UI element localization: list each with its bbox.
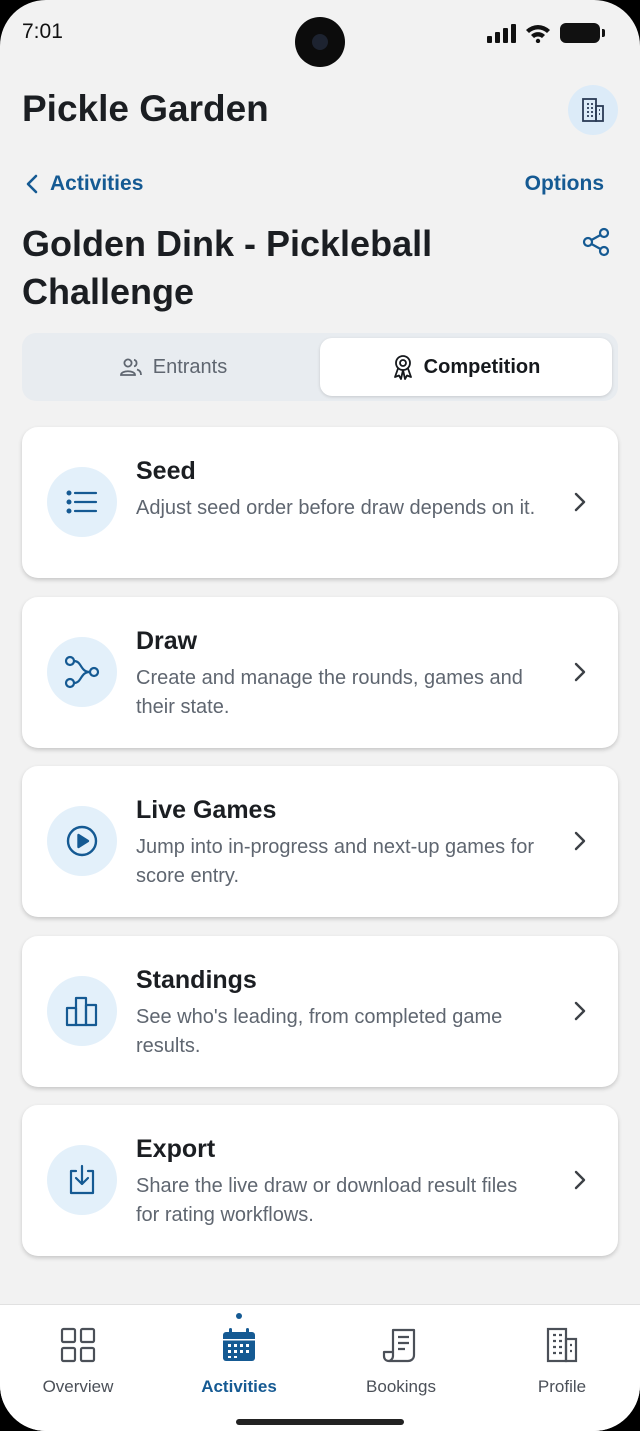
card-icon-circle — [47, 467, 117, 537]
users-icon — [119, 358, 142, 376]
award-icon — [393, 355, 412, 380]
options-link[interactable]: Options — [525, 172, 604, 196]
nav-item-activities[interactable]: Activities — [159, 1325, 319, 1397]
card-description: Jump into in-progress and next-up games … — [136, 836, 534, 887]
nav-item-bookings[interactable]: Bookings — [321, 1325, 481, 1397]
grid-icon — [60, 1327, 96, 1363]
chevron-right-icon — [574, 1001, 586, 1021]
status-time: 7:01 — [22, 20, 63, 43]
chevron-right-icon — [574, 1170, 586, 1190]
tab-entrants[interactable]: Entrants — [27, 338, 319, 396]
nav-label: Bookings — [366, 1377, 436, 1396]
nav-label: Activities — [201, 1377, 277, 1396]
card-title: Draw — [136, 627, 198, 655]
bottom-nav: Overview Activities Bookings Profile — [0, 1304, 640, 1431]
back-link-label: Activities — [50, 172, 144, 195]
card-icon-circle — [47, 806, 117, 876]
nav-item-profile[interactable]: Profile — [482, 1325, 640, 1397]
share-icon[interactable] — [580, 226, 612, 258]
active-indicator-dot — [236, 1313, 242, 1319]
signal-icon — [487, 23, 516, 43]
card-export[interactable]: Export Share the live draw or download r… — [22, 1105, 618, 1256]
card-title: Export — [136, 1135, 216, 1163]
chevron-right-icon — [574, 662, 586, 682]
chevron-right-icon — [574, 492, 586, 512]
tab-label: Entrants — [152, 355, 228, 378]
wifi-icon — [526, 25, 550, 43]
bracket-icon — [64, 655, 100, 689]
card-icon-circle — [47, 1145, 117, 1215]
segmented-tabs: Entrants Competition — [22, 333, 618, 401]
organization-button[interactable] — [568, 85, 618, 135]
receipt-icon — [382, 1328, 416, 1363]
camera-cutout — [295, 17, 345, 67]
home-indicator — [236, 1419, 404, 1425]
battery-icon — [560, 23, 605, 43]
card-description: See who's leading, from completed game r… — [136, 1006, 503, 1057]
card-icon-circle — [47, 637, 117, 707]
page-title: Golden Dink - Pickleball Challenge — [22, 223, 433, 312]
calendar-icon — [223, 1328, 255, 1361]
card-seed[interactable]: Seed Adjust seed order before draw depen… — [22, 427, 618, 578]
building-icon — [546, 1327, 578, 1363]
card-description: Adjust seed order before draw depends on… — [136, 497, 536, 519]
nav-label: Profile — [537, 1377, 587, 1396]
nav-label: Overview — [42, 1377, 114, 1396]
tab-competition[interactable]: Competition — [320, 338, 612, 396]
card-description: Share the live draw or download result f… — [136, 1175, 518, 1226]
card-description: Create and manage the rounds, games and … — [136, 667, 523, 718]
list-icon — [66, 490, 98, 514]
back-link-activities[interactable]: Activities — [26, 172, 143, 196]
app-screen: 7:01 Pickle Garden Activities Options Go… — [0, 0, 640, 1431]
card-live-games[interactable]: Live Games Jump into in-progress and nex… — [22, 766, 618, 917]
card-title: Standings — [136, 966, 257, 994]
card-title: Live Games — [136, 796, 277, 824]
building-icon — [582, 98, 604, 122]
card-standings[interactable]: Standings See who's leading, from comple… — [22, 936, 618, 1087]
tab-label: Competition — [423, 355, 541, 378]
chevron-left-icon — [26, 174, 38, 194]
status-icons — [487, 22, 605, 44]
card-draw[interactable]: Draw Create and manage the rounds, games… — [22, 597, 618, 748]
card-icon-circle — [47, 976, 117, 1046]
download-icon — [69, 1164, 95, 1195]
app-title: Pickle Garden — [22, 88, 269, 129]
card-title: Seed — [136, 457, 196, 485]
bar-chart-icon — [65, 996, 98, 1027]
nav-item-overview[interactable]: Overview — [0, 1325, 158, 1397]
chevron-right-icon — [574, 831, 586, 851]
play-icon — [66, 825, 98, 857]
